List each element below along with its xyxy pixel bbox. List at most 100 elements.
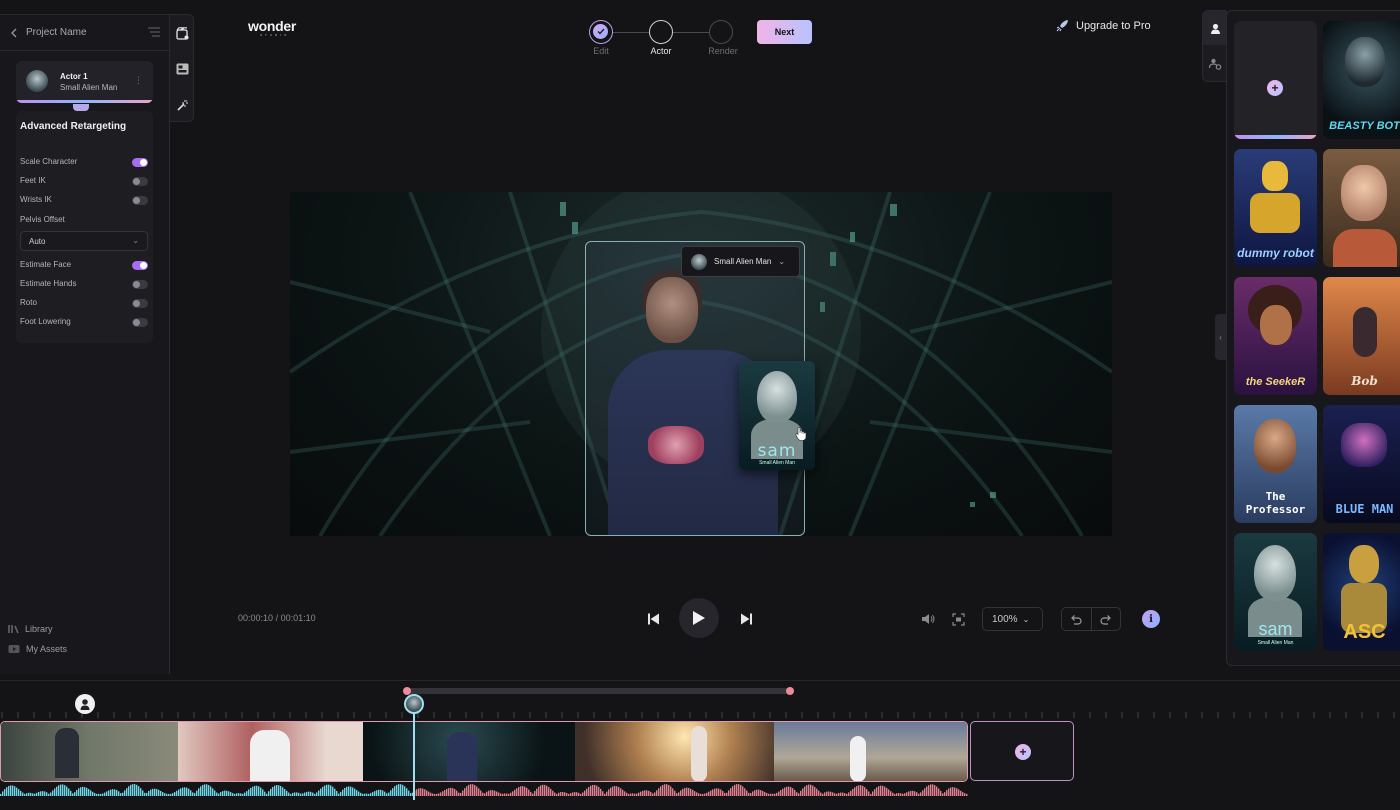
waveform-bar [664, 784, 666, 796]
waveform-bar [166, 793, 168, 796]
waveform-bar [116, 790, 118, 796]
range-end-handle[interactable] [786, 687, 794, 695]
pelvis-offset-select[interactable]: Auto ⌄ [20, 231, 148, 251]
character-card-beasty-bot[interactable]: BEASTY BOT [1323, 21, 1400, 139]
nav-library[interactable]: Library [8, 624, 53, 634]
waveform-bar [6, 787, 8, 796]
waveform-bar [350, 786, 352, 796]
character-card-bob[interactable]: Bob [1323, 277, 1400, 395]
waveform-bar [10, 785, 12, 796]
feet-ik-toggle[interactable] [132, 177, 148, 186]
waveform-bar [844, 793, 846, 796]
waveform-bar [362, 793, 364, 796]
waveform-bar [586, 788, 588, 796]
fit-screen-icon[interactable] [950, 611, 966, 627]
info-icon[interactable]: i [1142, 610, 1160, 628]
volume-icon[interactable] [920, 612, 936, 626]
step-edit[interactable] [589, 20, 613, 44]
timeline-clip[interactable] [574, 722, 775, 781]
collapse-panel-tab[interactable]: ‹ [1215, 314, 1226, 360]
foot-lowering-toggle[interactable] [132, 318, 148, 327]
waveform-bar [324, 785, 326, 796]
waveform-bar [670, 786, 672, 796]
undo-icon[interactable] [1068, 612, 1084, 628]
waveform-bar [130, 784, 132, 796]
next-button[interactable]: Next [757, 20, 812, 44]
estimate-face-toggle[interactable] [132, 261, 148, 270]
scene-icon[interactable] [170, 15, 194, 51]
waveform-bar [64, 785, 66, 796]
nav-my-assets[interactable]: My Assets [8, 644, 67, 654]
waveform-bar [838, 793, 840, 796]
upgrade-button[interactable]: Upgrade to Pro [1056, 19, 1151, 32]
waveform-bar [62, 784, 64, 796]
skip-back-icon[interactable] [645, 611, 661, 627]
zoom-select[interactable]: 100% ⌄ [982, 607, 1043, 631]
waveform-bar [100, 793, 102, 796]
waveform-bar [946, 790, 948, 796]
waveform-bar [762, 790, 764, 796]
dragged-character-card[interactable]: sam Small Alien Man [739, 361, 815, 470]
roto-toggle[interactable] [132, 299, 148, 308]
waveform-bar [754, 790, 756, 796]
more-options-icon[interactable]: ⋮ [134, 75, 143, 86]
timeline-clip[interactable] [774, 722, 967, 781]
waveform-bar [878, 786, 880, 796]
add-character-card[interactable]: + [1234, 21, 1317, 139]
waveform-bar [210, 786, 212, 796]
waveform-bar [674, 790, 676, 796]
back-arrow-icon[interactable] [10, 28, 18, 38]
waveform-bar [388, 792, 390, 796]
timeline-clip[interactable] [363, 722, 575, 781]
waveform-bar [598, 786, 600, 796]
character-icon[interactable] [1207, 20, 1223, 36]
timeline-ruler[interactable] [0, 704, 1400, 718]
project-name[interactable]: Project Name [26, 27, 87, 38]
timeline-clip[interactable] [177, 722, 364, 781]
waveform-bar [248, 789, 250, 796]
waveform-bar [270, 788, 272, 796]
waveform-bar [452, 788, 454, 796]
waveform-bar [694, 791, 696, 796]
waveform-bar [922, 790, 924, 796]
step-render[interactable] [709, 20, 733, 44]
character-card-sam[interactable]: sam Small Alien Man [1234, 533, 1317, 651]
waveform-bar [704, 793, 706, 796]
skip-forward-icon[interactable] [738, 611, 754, 627]
actor-character-dropdown[interactable]: Small Alien Man ⌄ [681, 246, 800, 277]
scale-character-toggle[interactable] [132, 158, 148, 167]
waveform-bar [408, 790, 410, 796]
character-settings-icon[interactable] [1207, 56, 1223, 72]
character-card-glasses-man[interactable] [1323, 149, 1400, 267]
waveform-bar [564, 792, 566, 796]
waveform-bar [516, 788, 518, 796]
play-button[interactable] [679, 598, 719, 638]
character-card-asc[interactable]: ASC [1323, 533, 1400, 651]
character-card-blue-man[interactable]: BLUE MAN [1323, 405, 1400, 523]
redo-icon[interactable] [1098, 612, 1114, 628]
waveform-bar [776, 792, 778, 796]
character-card-dummy-robot[interactable]: dummy robot [1234, 149, 1317, 267]
actor-card[interactable]: Actor 1 Small Alien Man ⋮ [16, 61, 153, 103]
playhead-handle[interactable] [404, 694, 424, 714]
timeline-clip[interactable] [1, 722, 178, 781]
character-card-the-seeker[interactable]: the SeekeR [1234, 277, 1317, 395]
toggle-label: Roto [20, 298, 37, 307]
panel-menu-icon[interactable] [148, 27, 160, 37]
waveform-bar [688, 787, 690, 796]
waveform-bar [52, 790, 54, 796]
clip-track[interactable] [0, 721, 968, 782]
step-actor[interactable] [649, 20, 673, 44]
actor-marker[interactable] [75, 694, 95, 714]
add-clip-button[interactable]: + [970, 721, 1074, 781]
waveform-bar [178, 789, 180, 796]
layout-icon[interactable] [170, 51, 194, 87]
expand-tab[interactable] [73, 104, 89, 111]
waveform-bar [112, 789, 114, 796]
wrists-ik-toggle[interactable] [132, 196, 148, 205]
magic-wand-icon[interactable] [170, 87, 194, 123]
timeline-range-bar[interactable] [403, 687, 794, 695]
estimate-hands-toggle[interactable] [132, 280, 148, 289]
character-card-the-professor[interactable]: The Professor [1234, 405, 1317, 523]
waveform-bar [476, 786, 478, 796]
